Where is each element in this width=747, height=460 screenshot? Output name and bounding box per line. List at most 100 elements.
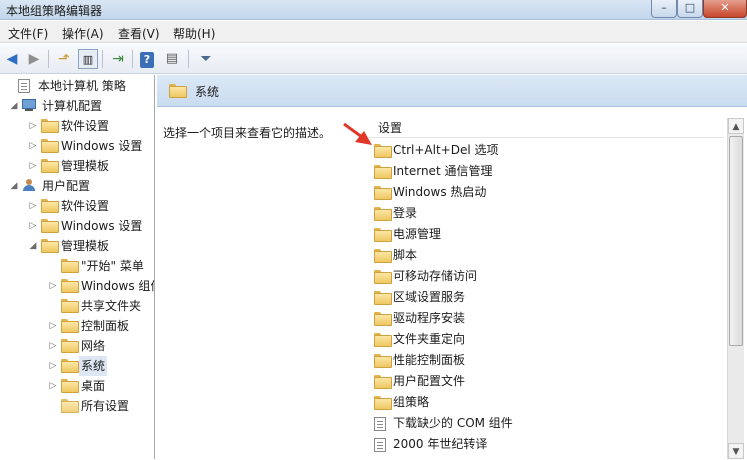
details-title: 系统 xyxy=(195,85,220,99)
computer-icon xyxy=(22,99,38,113)
list-item[interactable]: 登录 xyxy=(368,203,724,224)
description-text: 选择一个项目来查看它的描述。 xyxy=(163,126,332,140)
collapsed-arrow-icon[interactable]: ▷ xyxy=(27,216,39,236)
folder-icon xyxy=(374,228,392,242)
menu-bar: 文件(F) 操作(A) 查看(V) 帮助(H) xyxy=(0,21,747,43)
list-item[interactable]: Windows 热启动 xyxy=(368,182,724,203)
folder-icon xyxy=(41,159,59,173)
list-item[interactable]: 电源管理 xyxy=(368,224,724,245)
list-item-label: 2000 年世纪转译 xyxy=(393,437,488,451)
tree-node-label: 共享文件夹 xyxy=(81,299,142,313)
list-item[interactable]: 2000 年世纪转译 xyxy=(368,434,724,455)
list-item[interactable]: 区域设置服务 xyxy=(368,287,724,308)
folder-icon xyxy=(61,379,79,393)
export-list-icon[interactable]: ⇥ xyxy=(108,49,128,69)
tree-node-label: 软件设置 xyxy=(61,119,110,133)
red-arrow-annotation-icon xyxy=(343,122,372,145)
folder-icon xyxy=(374,186,392,200)
folder-icon xyxy=(169,84,187,98)
folder-icon xyxy=(374,291,392,305)
scroll-thumb[interactable] xyxy=(729,136,743,346)
collapsed-arrow-icon[interactable]: ▷ xyxy=(47,316,59,336)
folder-icon xyxy=(374,333,392,347)
toolbar-separator xyxy=(102,50,103,68)
window-title: 本地组策略编辑器 xyxy=(6,4,103,18)
list-item-label: 用户配置文件 xyxy=(393,374,466,388)
folder-icon xyxy=(374,270,392,284)
menu-help[interactable]: 帮助(H) xyxy=(173,25,215,42)
tree-node-label: Windows 设置 xyxy=(61,139,143,153)
list-item[interactable]: 组策略 xyxy=(368,392,724,413)
list-item[interactable]: 性能控制面板 xyxy=(368,350,724,371)
list-item[interactable]: 下载缺少的 COM 组件 xyxy=(368,413,724,434)
list-item-label: 文件夹重定向 xyxy=(393,332,466,346)
close-button[interactable]: ✕ xyxy=(703,0,747,18)
setting-icon xyxy=(374,417,386,431)
tree-node-label: 管理模板 xyxy=(61,239,110,253)
list-item-label: 可移动存储访问 xyxy=(393,269,478,283)
menu-action[interactable]: 操作(A) xyxy=(62,25,104,42)
collapsed-arrow-icon[interactable]: ▷ xyxy=(27,156,39,176)
all-settings-icon xyxy=(61,399,79,413)
show-hide-tree-icon[interactable]: ▥ xyxy=(78,49,98,69)
list-item[interactable]: 驱动程序安装 xyxy=(368,308,724,329)
list-item-label: 电源管理 xyxy=(393,227,442,241)
filter-icon[interactable]: ⏷ xyxy=(196,49,216,69)
list-item-label: 组策略 xyxy=(393,395,430,409)
folder-icon xyxy=(61,339,79,353)
tree-node-label: "开始" 菜单 xyxy=(81,259,144,273)
collapsed-arrow-icon[interactable]: ▷ xyxy=(47,376,59,396)
forward-icon[interactable]: ▶ xyxy=(24,49,44,69)
back-icon[interactable]: ◀ xyxy=(2,49,22,69)
policy-document-icon xyxy=(18,79,34,93)
tree-node-label: 系统 xyxy=(79,356,108,376)
help-icon[interactable]: ? xyxy=(140,52,154,68)
list-item-label: 登录 xyxy=(393,206,418,220)
expanded-arrow-icon[interactable]: ◢ xyxy=(8,96,20,116)
tree-node-label: Windows 设置 xyxy=(61,219,143,233)
user-icon xyxy=(22,179,38,193)
list-item[interactable]: Ctrl+Alt+Del 选项 xyxy=(368,140,724,161)
menu-view[interactable]: 查看(V) xyxy=(118,25,160,42)
setting-icon xyxy=(374,438,386,452)
expanded-arrow-icon[interactable]: ◢ xyxy=(8,176,20,196)
collapsed-arrow-icon[interactable]: ▷ xyxy=(47,276,59,296)
list-item[interactable]: 脚本 xyxy=(368,245,724,266)
folder-icon xyxy=(374,165,392,179)
column-header-label: 设置 xyxy=(378,121,403,135)
navigation-tree: 本地计算机 策略 ◢ 计算机配置 ▷ 软件设置 ▷ Windows 设置 ▷ 管理模板 ◢ 用户配置… xyxy=(0,75,155,459)
folder-icon xyxy=(61,299,79,313)
vertical-scrollbar[interactable]: ▲ ▼ xyxy=(727,118,744,459)
tree-node-label: 网络 xyxy=(81,339,106,353)
tree-node-label: 软件设置 xyxy=(61,199,110,213)
collapsed-arrow-icon[interactable]: ▷ xyxy=(47,356,59,376)
folder-icon xyxy=(41,139,59,153)
collapsed-arrow-icon[interactable]: ▷ xyxy=(27,196,39,216)
list-item[interactable]: 用户配置文件 xyxy=(368,371,724,392)
folder-icon xyxy=(41,219,59,233)
list-item[interactable]: 文件夹重定向 xyxy=(368,329,724,350)
tree-node-label: 控制面板 xyxy=(81,319,130,333)
column-header-settings[interactable]: 设置 xyxy=(368,118,724,138)
details-pane: 系统 选择一个项目来查看它的描述。 设置 Ctrl+Alt+Del 选项 Inte… xyxy=(157,75,747,459)
folder-icon xyxy=(374,144,392,158)
list-item[interactable]: Internet 通信管理 xyxy=(368,161,724,182)
up-folder-icon[interactable]: ⬏ xyxy=(54,49,74,69)
collapsed-arrow-icon[interactable]: ▷ xyxy=(47,336,59,356)
maximize-button[interactable]: □ xyxy=(677,0,703,18)
details-header: 系统 xyxy=(157,75,747,107)
expanded-arrow-icon[interactable]: ◢ xyxy=(27,236,39,256)
collapsed-arrow-icon[interactable]: ▷ xyxy=(27,116,39,136)
scroll-down-button[interactable]: ▼ xyxy=(728,443,744,459)
collapsed-arrow-icon[interactable]: ▷ xyxy=(27,136,39,156)
minimize-button[interactable]: – xyxy=(651,0,677,18)
folder-icon xyxy=(374,312,392,326)
folder-icon xyxy=(41,239,59,253)
menu-file[interactable]: 文件(F) xyxy=(8,25,48,42)
toolbar: ◀ ▶ ⬏ ▥ ⇥ ? ▤ ⏷ xyxy=(0,44,747,74)
scroll-up-button[interactable]: ▲ xyxy=(728,118,744,134)
properties-icon[interactable]: ▤ xyxy=(162,49,182,69)
list-item-label: 性能控制面板 xyxy=(393,353,466,367)
list-item-label: 区域设置服务 xyxy=(393,290,466,304)
list-item[interactable]: 可移动存储访问 xyxy=(368,266,724,287)
